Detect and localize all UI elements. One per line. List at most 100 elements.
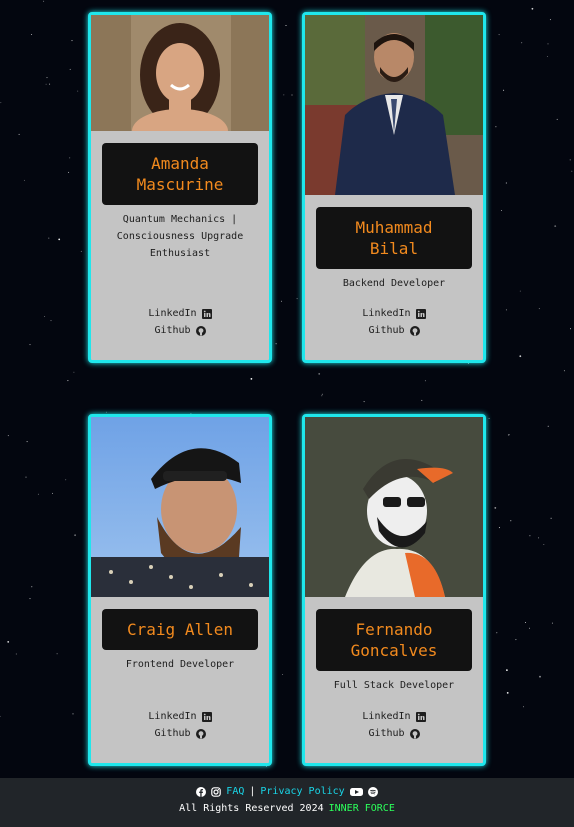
linkedin-label[interactable]: LinkedIn <box>362 708 410 725</box>
member-role-line: Enthusiast <box>149 248 211 259</box>
member-role: Quantum Mechanics | Consciousness Upgrad… <box>91 211 269 262</box>
facebook-icon[interactable] <box>196 786 207 797</box>
youtube-icon[interactable] <box>349 787 363 797</box>
team-card-craig: Craig Allen Frontend Developer LinkedIn … <box>88 414 272 766</box>
star <box>424 380 426 382</box>
star <box>521 42 523 44</box>
star <box>569 159 571 161</box>
github-link[interactable]: Github <box>91 322 269 339</box>
starfield-background <box>0 0 573 767</box>
linkedin-link[interactable]: LinkedIn <box>91 708 269 725</box>
star <box>23 179 25 181</box>
star <box>498 34 500 36</box>
linkedin-icon[interactable] <box>415 711 426 722</box>
star <box>48 237 50 239</box>
star <box>45 83 47 85</box>
privacy-policy-link[interactable]: Privacy Policy <box>260 786 344 797</box>
star <box>43 0 45 2</box>
star <box>18 133 20 135</box>
member-name-line: Craig Allen <box>127 620 233 639</box>
member-role-line: Consciousness Upgrade <box>116 231 244 242</box>
star <box>525 622 526 623</box>
star <box>506 669 508 671</box>
star <box>505 309 507 311</box>
member-role: Backend Developer <box>342 278 446 289</box>
footer-links-row: FAQ | Privacy Policy <box>0 786 574 797</box>
linkedin-icon[interactable] <box>201 308 212 319</box>
star <box>505 182 507 184</box>
star <box>529 535 531 537</box>
linkedin-icon[interactable] <box>415 308 426 319</box>
github-label[interactable]: Github <box>368 725 404 742</box>
member-name-line: Mascurine <box>136 175 224 194</box>
star <box>73 371 75 373</box>
linkedin-link[interactable]: LinkedIn <box>305 708 483 725</box>
member-role-line: Quantum Mechanics | <box>122 214 238 225</box>
star <box>547 43 549 45</box>
member-name: Amanda Mascurine <box>102 143 258 205</box>
member-role: Full Stack Developer <box>333 680 455 691</box>
faq-link[interactable]: FAQ <box>226 786 244 797</box>
linkedin-label[interactable]: LinkedIn <box>362 305 410 322</box>
brand-name: INNER FORCE <box>328 803 395 814</box>
linkedin-label[interactable]: LinkedIn <box>148 305 196 322</box>
star <box>563 370 565 372</box>
profile-photo-craig <box>91 417 269 597</box>
social-links: LinkedIn Github <box>91 305 269 339</box>
star <box>543 544 545 545</box>
star <box>494 507 497 509</box>
social-links: LinkedIn Github <box>91 708 269 742</box>
star <box>74 534 76 537</box>
github-link[interactable]: Github <box>305 725 483 742</box>
star <box>531 7 534 10</box>
social-links: LinkedIn Github <box>305 305 483 339</box>
footer-copyright-row: All Rights Reserved 2024 INNER FORCE <box>0 803 574 814</box>
profile-photo-amanda <box>91 15 269 131</box>
star <box>105 411 107 413</box>
star <box>538 537 540 539</box>
linkedin-link[interactable]: LinkedIn <box>305 305 483 322</box>
star <box>26 441 28 443</box>
github-label[interactable]: Github <box>368 322 404 339</box>
star <box>29 344 31 346</box>
star <box>363 401 365 403</box>
star <box>538 308 540 310</box>
star <box>421 399 423 401</box>
github-label[interactable]: Github <box>154 322 190 339</box>
github-link[interactable]: Github <box>305 322 483 339</box>
star <box>321 393 323 395</box>
star <box>282 674 284 675</box>
star <box>37 493 39 495</box>
star <box>498 527 500 529</box>
star <box>7 641 10 643</box>
star <box>50 320 52 322</box>
star <box>80 250 82 252</box>
github-icon[interactable] <box>195 325 206 336</box>
spotify-icon[interactable] <box>367 786 378 797</box>
star <box>58 238 61 241</box>
member-name-line: Muhammad <box>355 218 433 237</box>
star <box>550 517 552 519</box>
star <box>69 157 71 159</box>
profile-photo-muhammad <box>305 15 483 195</box>
star <box>296 298 298 300</box>
star <box>68 171 70 173</box>
star <box>25 476 27 478</box>
star <box>507 434 509 436</box>
github-link[interactable]: Github <box>91 725 269 742</box>
instagram-icon[interactable] <box>211 786 222 797</box>
member-name: Craig Allen <box>102 609 258 650</box>
github-icon[interactable] <box>409 728 420 739</box>
linkedin-link[interactable]: LinkedIn <box>91 305 269 322</box>
github-icon[interactable] <box>195 728 206 739</box>
team-card-muhammad: Muhammad Bilal Backend Developer LinkedI… <box>302 12 486 363</box>
github-icon[interactable] <box>409 325 420 336</box>
star <box>281 300 282 302</box>
linkedin-icon[interactable] <box>201 711 212 722</box>
star <box>29 598 31 600</box>
star <box>250 378 253 380</box>
linkedin-label[interactable]: LinkedIn <box>148 708 196 725</box>
github-label[interactable]: Github <box>154 725 190 742</box>
star <box>510 520 512 522</box>
star <box>529 627 530 629</box>
